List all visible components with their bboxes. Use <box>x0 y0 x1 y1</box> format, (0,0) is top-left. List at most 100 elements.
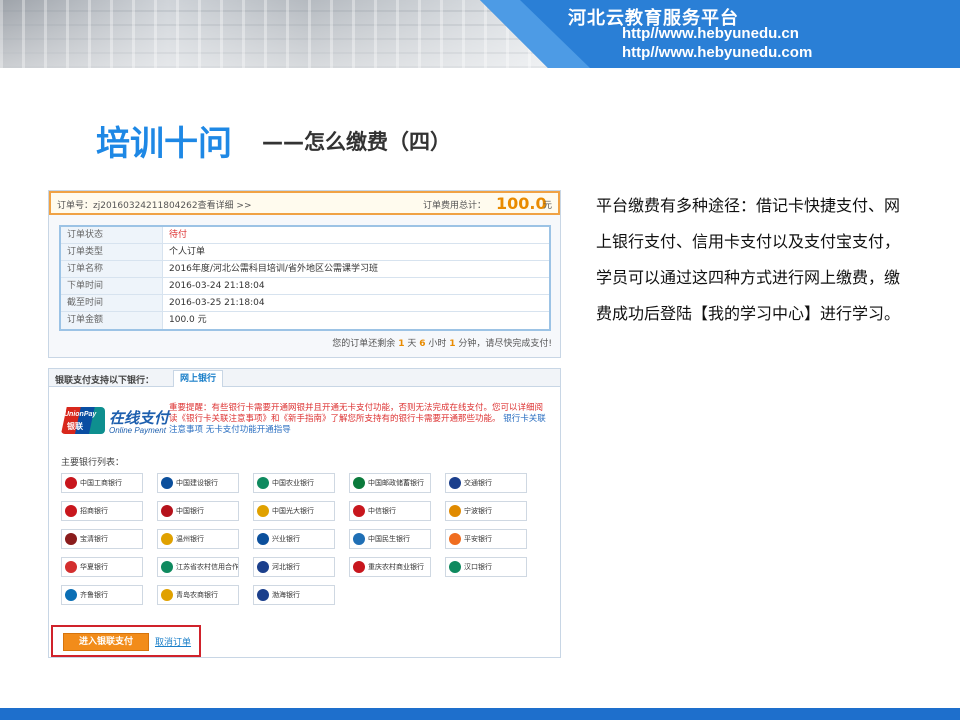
bank-option[interactable]: 兴业银行 <box>253 529 335 549</box>
order-value: 2016-03-24 21:18:04 <box>169 281 265 291</box>
countdown-minutes-unit: 分钟，请尽快完成支付! <box>458 339 552 349</box>
bank-logo-icon <box>161 533 173 545</box>
bank-logo-icon <box>449 477 461 489</box>
bank-option[interactable]: 汉口银行 <box>445 557 527 577</box>
bank-logo-icon <box>65 477 77 489</box>
bank-option[interactable]: 宁波银行 <box>445 501 527 521</box>
order-value: 个人订单 <box>169 247 206 257</box>
cancel-order-link[interactable]: 取消订单 <box>155 635 191 648</box>
brand-url-cn[interactable]: http//www.hebyunedu.cn <box>622 25 799 42</box>
bank-option[interactable]: 交通银行 <box>445 473 527 493</box>
bank-name: 齐鲁银行 <box>80 591 108 599</box>
slide-subtitle: ——怎么缴费（四） <box>262 130 451 154</box>
bank-logo-icon <box>161 477 173 489</box>
bank-logo-icon <box>449 505 461 517</box>
brand-url-com[interactable]: http//www.hebyunedu.com <box>622 44 812 61</box>
order-key: 截至时间 <box>61 295 163 311</box>
bank-name: 中国民生银行 <box>368 535 410 543</box>
payment-notice: 重要提醒：有些银行卡需要开通网银并且开通无卡支付功能，否则无法完成在线支付。您可… <box>169 403 549 436</box>
bank-logo-icon <box>257 477 269 489</box>
table-row: 截至时间 2016-03-25 21:18:04 <box>61 295 549 312</box>
table-row: 下单时间 2016-03-24 21:18:04 <box>61 278 549 295</box>
bank-name: 江苏省农村信用合作社 <box>176 563 239 571</box>
enter-unionpay-button[interactable]: 进入银联支付 <box>63 633 149 651</box>
header-building-photo <box>0 0 560 68</box>
table-row: 订单金额 100.0 元 <box>61 312 549 329</box>
payment-tab-bar: 银联支付支持以下银行： 网上银行 <box>49 369 560 387</box>
online-payment-title: 在线支付 <box>109 409 170 427</box>
bank-option[interactable]: 华夏银行 <box>61 557 143 577</box>
bank-option[interactable]: 中国建设银行 <box>157 473 239 493</box>
bank-option[interactable]: 中国银行 <box>157 501 239 521</box>
payment-description: 平台缴费有多种途径：借记卡快捷支付、网上银行支付、信用卡支付以及支付宝支付，学员… <box>596 196 901 323</box>
order-total-amount: 100.0 <box>496 194 547 213</box>
notice-text: 重要提醒：有些银行卡需要开通网银并且开通无卡支付功能，否则无法完成在线支付。您可… <box>169 403 544 424</box>
bank-logo-icon <box>161 561 173 573</box>
payment-panel: 银联支付支持以下银行： 网上银行 UnionPay 银联 在线支付 Online… <box>48 368 561 658</box>
order-key: 订单类型 <box>61 244 163 260</box>
bank-name: 中国银行 <box>176 507 204 515</box>
table-row: 订单名称 2016年度/河北公需科目培训/省外地区公需课学习班 <box>61 261 549 278</box>
bank-option[interactable]: 渤海银行 <box>253 585 335 605</box>
bank-logo-icon <box>65 533 77 545</box>
order-status-value: 待付 <box>169 230 188 240</box>
bank-name: 中国建设银行 <box>176 479 218 487</box>
bank-option[interactable]: 平安银行 <box>445 529 527 549</box>
unionpay-logo: UnionPay 银联 <box>61 407 105 434</box>
bank-option[interactable]: 中国农业银行 <box>253 473 335 493</box>
bank-logo-icon <box>65 561 77 573</box>
unionpay-logo-cn: 银联 <box>67 422 83 431</box>
bank-name: 中国农业银行 <box>272 479 314 487</box>
order-countdown: 您的订单还剩余 1 天 6 小时 1 分钟，请尽快完成支付! <box>332 336 552 349</box>
tab-online-banking[interactable]: 网上银行 <box>173 370 223 387</box>
bank-name: 平安银行 <box>464 535 492 543</box>
order-summary-panel: 订单号：zj20160324211804262查看详细 >> 订单费用总计： 1… <box>48 190 561 358</box>
bank-name: 中信银行 <box>368 507 396 515</box>
bank-option[interactable]: 江苏省农村信用合作社 <box>157 557 239 577</box>
bank-name: 中国邮政储蓄银行 <box>368 479 424 487</box>
order-details-table: 订单状态 待付 订单类型 个人订单 订单名称 2016年度/河北公需科目培训/省… <box>59 225 551 331</box>
bank-option[interactable]: 青岛农商银行 <box>157 585 239 605</box>
notice-link-cardless-guide[interactable]: 无卡支付功能开通指导 <box>206 425 291 435</box>
bank-logo-icon <box>65 589 77 601</box>
order-key: 订单名称 <box>61 261 163 277</box>
bank-logo-icon <box>449 561 461 573</box>
bank-option[interactable]: 中国光大银行 <box>253 501 335 521</box>
countdown-hours-unit: 小时 <box>428 339 447 349</box>
bank-option[interactable]: 齐鲁银行 <box>61 585 143 605</box>
bank-name: 交通银行 <box>464 479 492 487</box>
order-total-label: 订单费用总计： <box>423 201 487 211</box>
bank-name: 河北银行 <box>272 563 300 571</box>
table-row: 订单类型 个人订单 <box>61 244 549 261</box>
bank-name: 青岛农商银行 <box>176 591 218 599</box>
countdown-minutes: 1 <box>449 339 456 349</box>
bank-name: 汉口银行 <box>464 563 492 571</box>
bank-logo-icon <box>257 533 269 545</box>
order-key: 订单金额 <box>61 312 163 329</box>
unionpay-logo-en: UnionPay <box>64 411 97 418</box>
online-payment-subtitle: Online Payment <box>109 426 166 435</box>
order-key: 订单状态 <box>61 227 163 243</box>
bank-option[interactable]: 中信银行 <box>349 501 431 521</box>
bank-name: 兴业银行 <box>272 535 300 543</box>
bank-name: 招商银行 <box>80 507 108 515</box>
bank-logo-icon <box>161 505 173 517</box>
bank-option[interactable]: 重庆农村商业银行 <box>349 557 431 577</box>
order-number-link[interactable]: 订单号：zj20160324211804262查看详细 >> <box>57 198 252 211</box>
bank-option[interactable]: 温州银行 <box>157 529 239 549</box>
bank-option[interactable]: 招商银行 <box>61 501 143 521</box>
bank-name: 宝清银行 <box>80 535 108 543</box>
bank-list-label: 主要银行列表： <box>61 458 125 468</box>
bank-name: 华夏银行 <box>80 563 108 571</box>
bank-name: 温州银行 <box>176 535 204 543</box>
bank-name: 渤海银行 <box>272 591 300 599</box>
order-header-bar: 订单号：zj20160324211804262查看详细 >> 订单费用总计： 1… <box>49 191 560 215</box>
countdown-days-unit: 天 <box>407 339 417 349</box>
bank-option[interactable]: 宝清银行 <box>61 529 143 549</box>
bank-option[interactable]: 中国邮政储蓄银行 <box>349 473 431 493</box>
bank-option[interactable]: 中国工商银行 <box>61 473 143 493</box>
bank-option[interactable]: 河北银行 <box>253 557 335 577</box>
order-value: 100.0 元 <box>169 315 207 325</box>
bank-option[interactable]: 中国民生银行 <box>349 529 431 549</box>
unionpay-tab-label: 银联支付支持以下银行： <box>55 376 155 386</box>
